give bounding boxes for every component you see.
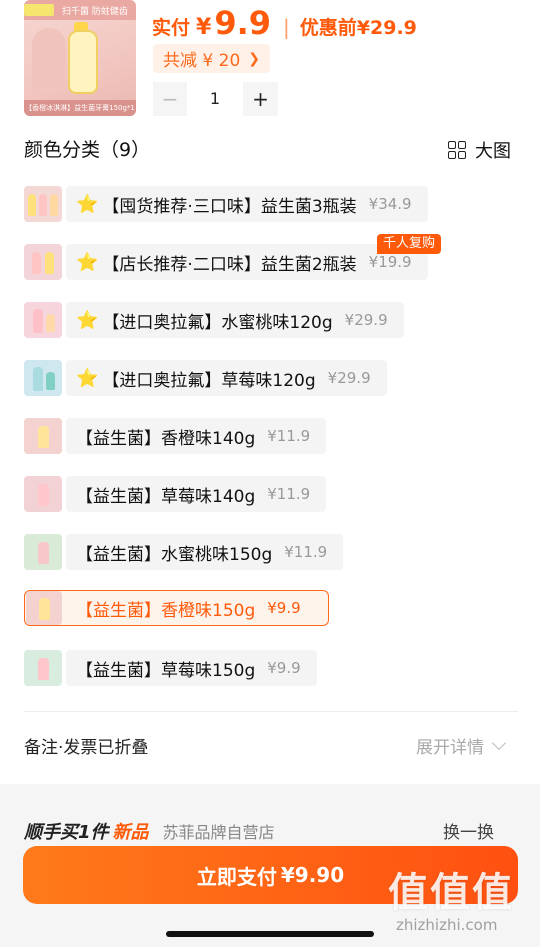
star-icon: ⭐ (76, 367, 99, 389)
variant-body: ⭐ 【进口奥拉氟】水蜜桃味120g ¥29.9 (66, 302, 404, 338)
thumbnail-brand-text: 扫千菌 防蛀健齿 (62, 7, 128, 17)
quantity-stepper: − 1 + (153, 82, 278, 116)
variant-name: 【进口奥拉氟】水蜜桃味120g (102, 312, 333, 333)
variant-thumbnail-icon (24, 534, 62, 570)
product-thumbnail[interactable]: 扫千菌 防蛀健齿 【香橙冰淇淋】益生菌牙膏150g*1 (24, 0, 136, 116)
variant-option[interactable]: 【益生菌】草莓味150g ¥9.9 (24, 650, 317, 686)
variant-price: ¥34.9 (368, 195, 412, 213)
new-tag: 新品 (112, 822, 149, 842)
shop-name: 苏菲品牌自营店 (162, 823, 275, 842)
remark-invoice-label: 备注·发票已折叠 (24, 738, 149, 758)
big-view-label: 大图 (475, 141, 511, 162)
variant-price: ¥9.9 (267, 659, 301, 677)
chevron-right-icon: ❯ (248, 50, 260, 67)
price-value: 9.9 (214, 4, 272, 42)
variant-name: 【益生菌】香橙味140g (76, 428, 256, 449)
star-icon: ⭐ (76, 309, 99, 331)
variant-name: 【囤货推荐·三口味】益生菌3瓶装 (102, 196, 357, 217)
original-price: ¥29.9 (356, 17, 417, 39)
price-row: 实付 ¥ 9.9 | 优惠前 ¥29.9 (152, 4, 417, 44)
variant-name: 【益生菌】草莓味140g (76, 486, 256, 507)
variant-option[interactable]: 【益生菌】水蜜桃味150g ¥11.9 (24, 534, 344, 570)
variant-body: 【益生菌】草莓味150g ¥9.9 (66, 650, 317, 686)
star-icon: ⭐ (76, 251, 99, 273)
variant-body: 【益生菌】水蜜桃味150g ¥11.9 (66, 534, 344, 570)
price-label: 实付 (152, 17, 191, 39)
grid-view-icon (448, 141, 466, 159)
variant-name: 【益生菌】草莓味150g (76, 660, 256, 681)
add-on-title: 顺手买1件 (24, 822, 109, 842)
variant-option[interactable]: ⭐ 【进口奥拉氟】草莓味120g ¥29.9 (24, 360, 387, 396)
variant-name: 【店长推荐·二口味】益生菌2瓶装 (102, 254, 357, 275)
expand-details-button[interactable]: 展开详情 (416, 733, 507, 758)
variant-thumbnail-icon (24, 650, 62, 686)
variant-price: ¥11.9 (267, 427, 311, 445)
variant-price: ¥29.9 (344, 311, 388, 329)
discount-pill[interactable]: 共减 ¥ 20 ❯ (153, 44, 270, 73)
increase-quantity-button[interactable]: + (243, 82, 278, 116)
variant-thumbnail-icon (24, 186, 62, 222)
quantity-value[interactable]: 1 (187, 82, 243, 116)
variant-body: 【益生菌】香橙味150g ¥9.9 (66, 590, 317, 626)
variant-price: ¥29.9 (327, 369, 371, 387)
variant-name: 【益生菌】水蜜桃味150g (76, 544, 273, 565)
price-currency: ¥ (196, 15, 212, 40)
thumbnail-caption: 【香橙冰淇淋】益生菌牙膏150g*1 (24, 100, 136, 116)
variant-body: ⭐ 【进口奥拉氟】草莓味120g ¥29.9 (66, 360, 387, 396)
variant-body: ⭐ 【店长推荐·二口味】益生菌2瓶装 ¥19.9 (66, 244, 428, 280)
variant-thumbnail-icon (24, 476, 62, 512)
discount-text: 共减 ¥ 20 (163, 51, 241, 71)
variant-price: ¥9.9 (267, 599, 301, 617)
chevron-down-icon (491, 735, 507, 750)
big-view-button[interactable]: 大图 (448, 137, 511, 163)
variant-price: ¥11.9 (284, 543, 328, 561)
decrease-quantity-button[interactable]: − (153, 82, 187, 116)
variant-price: ¥19.9 (368, 253, 412, 271)
variant-body: 【益生菌】香橙味140g ¥11.9 (66, 418, 327, 454)
section-divider (24, 711, 518, 712)
variant-body: ⭐ 【囤货推荐·三口味】益生菌3瓶装 ¥34.9 (66, 186, 428, 222)
variant-thumbnail-icon (24, 244, 62, 280)
expand-details-label: 展开详情 (416, 738, 484, 758)
variant-option[interactable]: ⭐ 【店长推荐·二口味】益生菌2瓶装 ¥19.9 (24, 244, 428, 280)
star-icon: ⭐ (76, 193, 99, 215)
toothpaste-bottle-image (68, 30, 98, 94)
original-price-label: 优惠前 (299, 17, 357, 39)
site-watermark: 值值值 zhizhizhi.com (388, 860, 528, 940)
thumbnail-arch-decoration (32, 28, 66, 88)
variant-option[interactable]: ⭐ 【进口奥拉氟】水蜜桃味120g ¥29.9 (24, 302, 404, 338)
variant-option[interactable]: ⭐ 【囤货推荐·三口味】益生菌3瓶装 ¥34.9 (24, 186, 428, 222)
add-on-recommendation-header: 顺手买1件 新品 苏菲品牌自营店 换一换 (24, 818, 518, 842)
variant-price: ¥11.9 (267, 485, 311, 503)
brand-logo-badge (24, 4, 54, 16)
variant-option-selected[interactable]: 【益生菌】香橙味150g ¥9.9 (24, 590, 329, 626)
pay-currency: ¥ (280, 863, 295, 887)
variant-body: 【益生菌】草莓味140g ¥11.9 (66, 476, 327, 512)
variant-thumbnail-icon (24, 418, 62, 454)
variant-name: 【益生菌】香橙味150g (76, 600, 256, 621)
refresh-button[interactable]: 换一换 (443, 818, 494, 842)
option-section-title: 颜色分类（9） (24, 139, 151, 161)
variant-thumbnail-icon (26, 591, 62, 625)
watermark-logo: 值值值 (388, 870, 514, 916)
pay-now-label: 立即支付 (196, 864, 277, 889)
watermark-domain: zhizhizhi.com (396, 916, 498, 934)
variant-thumbnail-icon (24, 302, 62, 338)
variant-option[interactable]: 【益生菌】草莓味140g ¥11.9 (24, 476, 327, 512)
variant-name: 【进口奥拉氟】草莓味120g (102, 370, 316, 391)
home-indicator[interactable] (166, 931, 374, 937)
repurchase-badge: 千人复购 (377, 234, 442, 254)
pay-amount: 9.90 (294, 863, 345, 887)
variant-option[interactable]: 【益生菌】香橙味140g ¥11.9 (24, 418, 327, 454)
price-separator: | (283, 15, 290, 39)
variant-thumbnail-icon (24, 360, 62, 396)
